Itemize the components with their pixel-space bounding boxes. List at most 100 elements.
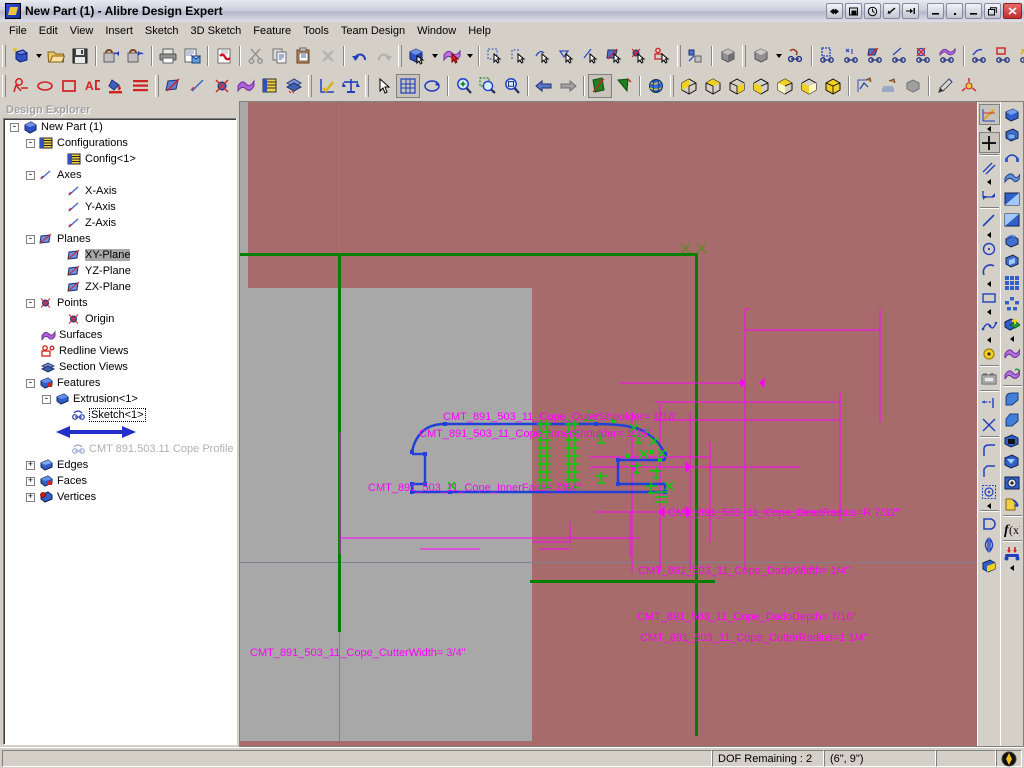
arc-tool-icon[interactable]: [979, 259, 1000, 280]
revolve-cut-icon[interactable]: [936, 44, 960, 68]
spline-tool-icon[interactable]: [979, 315, 1000, 336]
previous-view-icon[interactable]: [532, 74, 556, 98]
delete-icon[interactable]: [316, 44, 340, 68]
extrude-boss-icon[interactable]: [816, 44, 840, 68]
measure-icon[interactable]: [684, 44, 708, 68]
hidden-line-icon[interactable]: [877, 74, 901, 98]
linear-dimension-icon[interactable]: [979, 393, 1000, 414]
cut-icon[interactable]: [244, 44, 268, 68]
wireframe-icon[interactable]: [853, 74, 877, 98]
sketch-ellipse-icon[interactable]: [33, 74, 57, 98]
material-cube-icon[interactable]: [749, 44, 773, 68]
minimize-button[interactable]: [965, 3, 982, 19]
point-icon[interactable]: [210, 74, 234, 98]
tree-item-sketch1[interactable]: Sketch<1>: [4, 407, 236, 423]
surface-icon[interactable]: [1002, 342, 1023, 363]
view-bottom-icon[interactable]: [797, 74, 821, 98]
tree-toggle-features[interactable]: -: [26, 378, 35, 388]
tree-item-section-views[interactable]: Section Views: [4, 359, 236, 375]
circle-tool-icon[interactable]: [979, 238, 1000, 259]
tree-item-yz-plane[interactable]: YZ-Plane: [4, 263, 236, 279]
add-body-icon[interactable]: [1002, 314, 1023, 335]
toolbar-grip-9[interactable]: [670, 74, 674, 97]
menu-tools[interactable]: Tools: [297, 23, 335, 39]
tree-item-points[interactable]: - Points: [4, 295, 236, 311]
material-icon[interactable]: [716, 44, 740, 68]
fillet-corner-icon[interactable]: [979, 439, 1000, 460]
offset-loop-flyout[interactable]: [979, 502, 1000, 509]
tree-item-z-axis[interactable]: Z-Axis: [4, 215, 236, 231]
loft-boss-icon[interactable]: [888, 44, 912, 68]
export-pdf-icon[interactable]: [212, 44, 236, 68]
tree-toggle-axes[interactable]: -: [26, 170, 35, 180]
copy-icon[interactable]: [268, 44, 292, 68]
maximize-button[interactable]: [984, 3, 1001, 19]
draft-icon[interactable]: [1002, 451, 1023, 472]
resize-horizontal-button[interactable]: [826, 3, 843, 19]
collapse-button[interactable]: [927, 3, 944, 19]
menu-team-design[interactable]: Team Design: [335, 23, 411, 39]
toolbar-grip-3[interactable]: [677, 44, 681, 67]
tree-item-config1[interactable]: Config<1>: [4, 151, 236, 167]
plane-icon[interactable]: [162, 74, 186, 98]
sketch-point-icon[interactable]: [9, 74, 33, 98]
shell-icon[interactable]: [1002, 430, 1023, 451]
fillet-icon[interactable]: [968, 44, 992, 68]
graphics-area[interactable]: CMT_891_503_11_Cope_OuterShoulder= 1/16"…: [239, 101, 1024, 747]
filter-point-icon[interactable]: [627, 44, 651, 68]
bolt-icon[interactable]: [1002, 543, 1023, 564]
toolbar-grip[interactable]: [2, 44, 6, 67]
section-view-icon[interactable]: [282, 74, 306, 98]
tree-toggle-vertices[interactable]: +: [26, 492, 35, 502]
configuration-icon[interactable]: [258, 74, 282, 98]
dimension-dado-depth[interactable]: CMT_891_503_11_Cope_DadoDepth= 7/16": [637, 611, 856, 623]
menu-file[interactable]: File: [3, 23, 33, 39]
pattern-circular-icon[interactable]: [1002, 293, 1023, 314]
color-icon[interactable]: [933, 74, 957, 98]
extrude-boss-icon[interactable]: [1002, 104, 1023, 125]
tree-item-y-axis[interactable]: Y-Axis: [4, 199, 236, 215]
filter-plane-icon[interactable]: [555, 44, 579, 68]
extrude-cut-icon[interactable]: [912, 44, 936, 68]
menu-edit[interactable]: Edit: [33, 23, 64, 39]
tree-item-xy-plane[interactable]: XY-Plane: [4, 247, 236, 263]
project-icon[interactable]: [979, 513, 1000, 534]
surface-loft-icon[interactable]: [1002, 363, 1023, 384]
tree-toggle-planes[interactable]: -: [26, 234, 35, 244]
pattern-linear-icon[interactable]: [1002, 272, 1023, 293]
dimension-inner-face[interactable]: CMT_891_503_11_Cope_InnerFace= 7/64": [368, 482, 581, 494]
sketch-axes-icon[interactable]: [978, 104, 1000, 125]
open-file-icon[interactable]: [44, 44, 68, 68]
sweep-cut-icon[interactable]: [1002, 230, 1023, 251]
menu-help[interactable]: Help: [462, 23, 497, 39]
tree-item-edges[interactable]: + Edges: [4, 457, 236, 473]
new-part-dropdown[interactable]: [33, 44, 44, 68]
sketch-text-icon[interactable]: A: [81, 74, 105, 98]
dimension-inner-shoulder[interactable]: CMT_891_503_11_Cope_InnerShoulder= 1/16": [419, 428, 652, 440]
shell-icon[interactable]: [1016, 44, 1024, 68]
line-tool-icon[interactable]: [979, 210, 1000, 231]
equation-icon[interactable]: f(x): [1002, 518, 1023, 539]
dimension-outer-shoulder[interactable]: CMT_891_503_11_Cope_OuterShoulder= 1/16": [443, 411, 678, 423]
filter-annotation-icon[interactable]: [651, 44, 675, 68]
tree-item-vertices[interactable]: + Vertices: [4, 489, 236, 505]
toolbar-grip-8[interactable]: [365, 74, 369, 97]
menu-view[interactable]: View: [64, 23, 100, 39]
sweep-boss-icon[interactable]: [864, 44, 888, 68]
pin-button[interactable]: [902, 3, 919, 19]
loft-cut-icon[interactable]: [1002, 251, 1023, 272]
menu-sketch[interactable]: Sketch: [139, 23, 185, 39]
select-surface-dropdown[interactable]: [464, 44, 475, 68]
print-icon[interactable]: [156, 44, 180, 68]
tree-toggle-edges[interactable]: +: [26, 460, 35, 470]
sketch-offset-icon[interactable]: [129, 74, 153, 98]
sketch-fill-icon[interactable]: [105, 74, 129, 98]
chamfer-corner-icon[interactable]: [979, 460, 1000, 481]
point-tool-icon[interactable]: [978, 132, 1000, 153]
arc-tool-flyout[interactable]: [979, 280, 1000, 287]
view-front-icon[interactable]: [677, 74, 701, 98]
rotate-icon[interactable]: [420, 74, 444, 98]
revolve-boss-icon[interactable]: [840, 44, 864, 68]
tree-item-planes[interactable]: - Planes: [4, 231, 236, 247]
zoom-fit-icon[interactable]: [500, 74, 524, 98]
